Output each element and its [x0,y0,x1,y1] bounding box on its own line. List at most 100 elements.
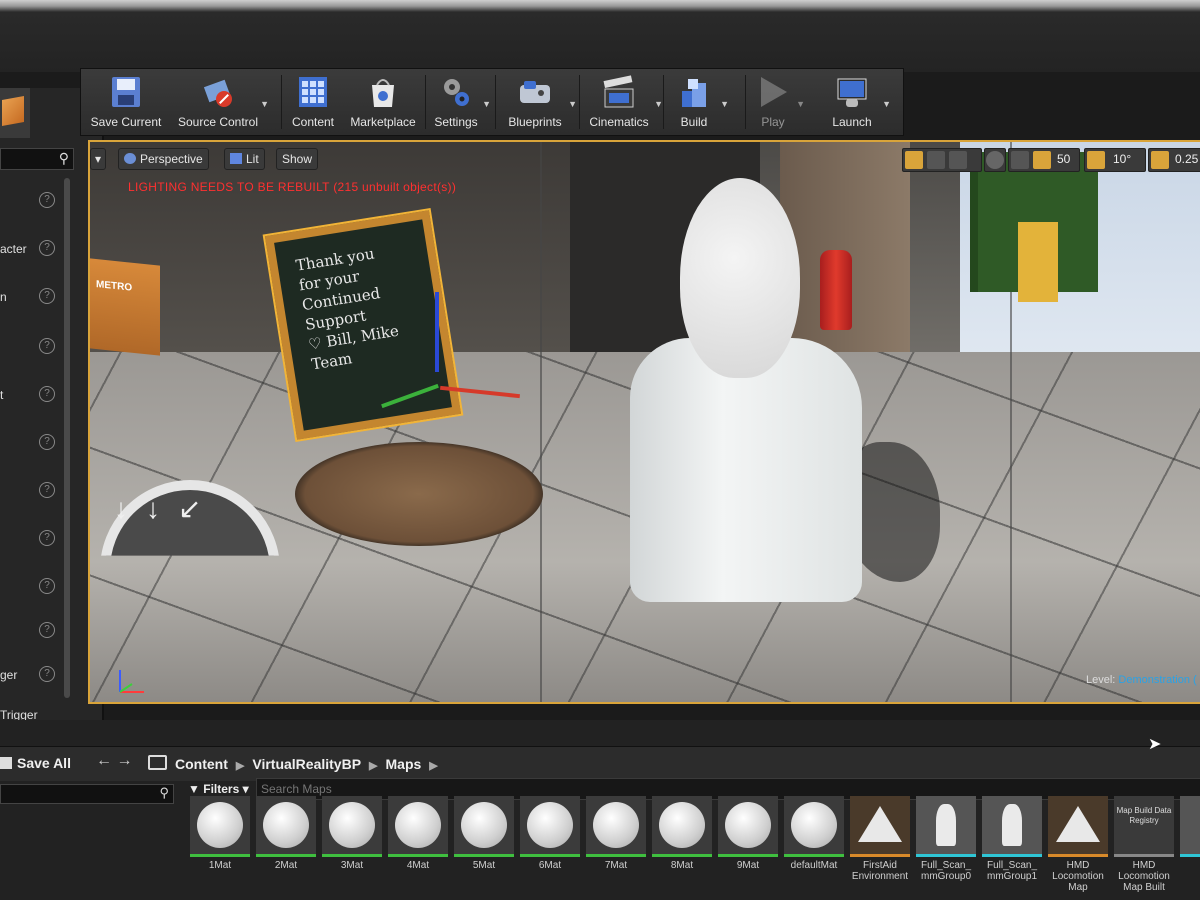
launch-label: Launch [832,115,872,129]
list-item-label: ger [0,668,18,682]
list-item-label: Trigger [0,708,38,720]
forward-arrow-icon[interactable]: → [116,752,132,769]
breadcrumb-separator-icon[interactable]: ▶ [236,760,244,772]
list-item[interactable]: t ? [0,386,100,406]
list-item[interactable]: ? [0,622,100,642]
asset-tile[interactable]: HMD Locomotion Map [1048,796,1108,896]
play-button[interactable]: Play ▼ [749,73,805,131]
rotation-snap-group[interactable]: 10° [1084,148,1146,172]
yellow-newspaper-box[interactable] [1018,222,1058,302]
material-sphere-icon [329,802,375,848]
help-icon[interactable]: ? [39,578,55,594]
perspective-button[interactable]: Perspective [118,148,209,170]
list-item[interactable]: ? [0,338,100,358]
content-button[interactable]: Content [285,73,341,131]
cinematics-button[interactable]: Cinematics ▼ [583,73,663,131]
help-icon[interactable]: ? [39,622,55,638]
rotate-icon[interactable] [927,151,945,169]
folder-icon[interactable] [148,755,167,770]
help-icon[interactable]: ? [39,386,55,402]
asset-tile[interactable]: 4Mat [388,796,448,896]
asset-tile[interactable]: 5Mat [454,796,514,896]
list-item[interactable]: ? [0,434,100,454]
list-item[interactable]: n ? [0,288,100,308]
scale-snap-group[interactable]: 0.25 [1148,148,1200,172]
viewport-options-button[interactable]: ▾ [90,148,107,170]
list-item[interactable]: ger ? [0,666,100,686]
asset-tile[interactable]: Map Build Data Registry HMD Locomotion Ma… [1114,796,1174,896]
blueprints-button[interactable]: Blueprints ▼ [501,73,577,131]
help-icon[interactable]: ? [39,666,55,682]
show-flags-button[interactable]: Show [276,148,319,170]
marketplace-button[interactable]: Marketplace [345,73,421,131]
level-viewport[interactable]: METRO Thank you for your Continued Suppo… [88,140,1200,704]
chevron-down-icon[interactable]: ▼ [654,99,663,109]
asset-tile[interactable]: Full_Scan_ mmGroup0 [916,796,976,896]
asset-tile[interactable]: 1Mat [190,796,250,896]
asset-thumbnail [322,796,382,854]
build-button[interactable]: Build ▼ [667,73,729,131]
list-item[interactable]: ? [0,482,100,502]
asset-tile[interactable]: 8Mat [652,796,712,896]
asset-tile[interactable]: 3Mat [322,796,382,896]
chevron-down-icon[interactable]: ▼ [882,99,891,109]
help-icon[interactable]: ? [39,434,55,450]
metro-sign[interactable]: METRO [90,258,160,356]
chevron-down-icon[interactable]: ▼ [796,99,805,109]
source-control-label: Source Control [177,115,259,129]
level-name[interactable]: Demonstration ( [1118,674,1196,686]
help-icon[interactable]: ? [39,338,55,354]
help-icon[interactable]: ? [39,288,55,304]
grid-snap-group[interactable]: 50 [1008,148,1080,172]
chevron-down-icon[interactable]: ▼ [720,99,729,109]
chalkboard-sign[interactable]: Thank you for your Continued Support ♡ B… [262,208,464,442]
breadcrumb-content[interactable]: Content [175,756,228,772]
gizmo-z-axis[interactable] [435,292,439,372]
settings-button[interactable]: Settings ▼ [429,73,491,131]
help-icon[interactable]: ? [39,192,55,208]
list-item[interactable]: ? [0,530,100,550]
asset-tile[interactable]: FirstAid Environment [850,796,910,896]
asset-tile[interactable]: 2Mat [256,796,316,896]
asset-tile[interactable]: defaultMat [784,796,844,896]
scanned-bust-head[interactable] [680,178,800,378]
breadcrumb-separator-icon[interactable]: ▶ [429,760,437,772]
source-control-icon [203,79,232,107]
lit-view-mode-button[interactable]: Lit [224,148,265,170]
asset-type-bar [916,854,976,857]
asset-tile[interactable]: 6Mat [520,796,580,896]
help-icon[interactable]: ? [39,482,55,498]
list-item[interactable]: ? [0,192,100,212]
scale-snap-icon [1151,151,1169,169]
place-mode-tab[interactable] [0,88,30,138]
translate-icon[interactable] [905,151,923,169]
chevron-down-icon[interactable]: ▼ [568,99,577,109]
manhole-cover[interactable] [295,442,543,546]
back-arrow-icon[interactable]: ← [96,752,112,769]
asset-tile[interactable]: mm [1180,796,1200,896]
breadcrumb-separator-icon[interactable]: ▶ [369,760,377,772]
help-icon[interactable]: ? [39,530,55,546]
world-local-toggle[interactable] [984,148,1006,172]
asset-tile[interactable]: Full_Scan_ mmGroup1 [982,796,1042,896]
chevron-down-icon[interactable]: ▼ [482,99,491,109]
filters-button[interactable]: ▼ Filters ▾ [188,782,249,796]
source-control-button[interactable]: Source Control ▼ [175,73,269,131]
scale-icon[interactable] [949,151,967,169]
chevron-down-icon[interactable]: ▼ [260,99,269,109]
save-current-button[interactable]: Save Current [85,73,167,131]
help-icon[interactable]: ? [39,240,55,256]
list-item-label: t [0,388,4,402]
asset-tile[interactable]: 9Mat [718,796,778,896]
breadcrumb-virtualrealitybp[interactable]: VirtualRealityBP [252,756,361,772]
list-item[interactable]: Trigger [0,706,100,720]
place-search-input[interactable]: ⚲ [0,148,74,170]
folder-search-input[interactable]: ⚲ [0,784,174,804]
list-item[interactable]: acter ? [0,240,100,260]
fire-hydrant[interactable] [820,250,852,330]
save-all-button[interactable]: Save All [0,755,71,771]
launch-button[interactable]: Launch ▼ [821,73,891,131]
breadcrumb-maps[interactable]: Maps [386,756,422,772]
list-item[interactable]: ? [0,578,100,598]
asset-tile[interactable]: 7Mat [586,796,646,896]
